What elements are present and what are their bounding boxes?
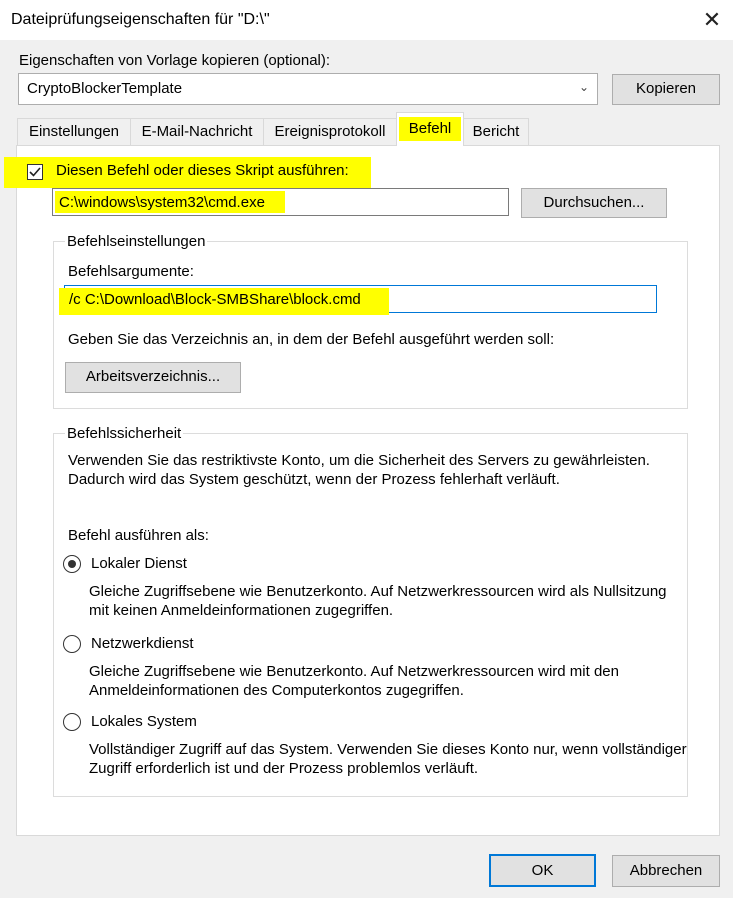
tab-bericht[interactable]: Bericht (463, 118, 529, 145)
working-dir-button[interactable]: Arbeitsverzeichnis... (65, 362, 241, 393)
browse-button[interactable]: Durchsuchen... (521, 188, 667, 218)
ok-button[interactable]: OK (489, 854, 596, 887)
netzwerkdienst-description: Gleiche Zugriffsebene wie Benutzerkonto.… (89, 663, 619, 699)
command-args-field[interactable]: /c C:\Download\Block-SMBShare\block.cmd (59, 285, 657, 315)
checkmark-icon (29, 167, 41, 177)
tab-email-nachricht[interactable]: E-Mail-Nachricht (130, 118, 264, 145)
radio-netzwerkdienst[interactable] (63, 635, 81, 653)
radio-lokales-system-label[interactable]: Lokales System (91, 713, 197, 730)
template-label: Eigenschaften von Vorlage kopieren (opti… (19, 52, 331, 69)
run-as-label: Befehl ausführen als: (68, 527, 209, 544)
run-command-label[interactable]: Diesen Befehl oder dieses Skript ausführ… (56, 162, 349, 179)
chevron-down-icon[interactable]: ⌄ (579, 80, 589, 94)
command-args-label: Befehlsargumente: (68, 263, 194, 280)
tab-einstellungen[interactable]: Einstellungen (17, 118, 131, 145)
title-bar: Dateiprüfungseigenschaften für "D:\" ✕ (0, 0, 733, 40)
lokales-system-description: Vollständiger Zugriff auf das System. Ve… (89, 741, 687, 777)
command-settings-title: Befehlseinstellungen (65, 233, 208, 250)
command-security-title: Befehlssicherheit (65, 425, 184, 442)
command-args-value: /c C:\Download\Block-SMBShare\block.cmd (69, 291, 361, 308)
template-selected-value: CryptoBlockerTemplate (27, 80, 183, 97)
command-path-field[interactable]: C:\windows\system32\cmd.exe (52, 188, 509, 216)
copy-button-label: Kopieren (635, 80, 697, 97)
radio-lokaler-dienst-label[interactable]: Lokaler Dienst (91, 555, 187, 572)
template-combobox[interactable]: CryptoBlockerTemplate ⌄ (18, 73, 598, 105)
security-description: Verwenden Sie das restriktivste Konto, u… (68, 452, 650, 488)
command-path-value: C:\windows\system32\cmd.exe (59, 194, 265, 211)
run-command-checkbox[interactable] (27, 164, 43, 180)
radio-lokales-system[interactable] (63, 713, 81, 731)
radio-selected-dot (67, 559, 76, 568)
lokaler-dienst-description: Gleiche Zugriffsebene wie Benutzerkonto.… (89, 583, 667, 619)
window-title: Dateiprüfungseigenschaften für "D:\" (11, 11, 270, 28)
working-dir-prompt: Geben Sie das Verzeichnis an, in dem der… (68, 331, 555, 348)
cancel-button[interactable]: Abbrechen (612, 855, 720, 887)
browse-button-label: Durchsuchen... (543, 194, 645, 211)
cancel-button-label: Abbrechen (629, 862, 703, 879)
tab-befehl[interactable]: Befehl (396, 112, 464, 146)
radio-lokaler-dienst[interactable] (63, 555, 81, 573)
ok-button-label: OK (531, 862, 554, 879)
tab-ereignisprotokoll[interactable]: Ereignisprotokoll (263, 118, 397, 145)
working-dir-button-label: Arbeitsverzeichnis... (85, 368, 221, 385)
radio-netzwerkdienst-label[interactable]: Netzwerkdienst (91, 635, 194, 652)
copy-button[interactable]: Kopieren (612, 74, 720, 105)
tab-befehl-label: Befehl (399, 117, 461, 141)
close-icon[interactable]: ✕ (700, 5, 724, 35)
